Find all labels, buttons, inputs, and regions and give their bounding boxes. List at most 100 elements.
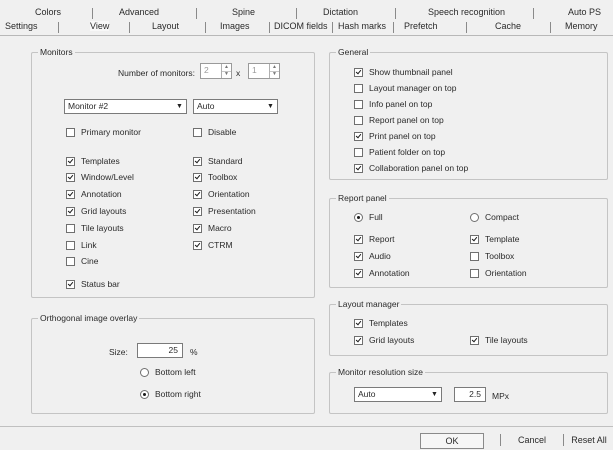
radio-circle[interactable] xyxy=(140,367,149,377)
checkbox-box[interactable] xyxy=(66,156,75,166)
checkbox-box[interactable] xyxy=(354,131,363,141)
tab-prefetch[interactable]: Prefetch xyxy=(404,21,438,31)
checkbox-box[interactable] xyxy=(66,189,75,199)
bottom-left-radio[interactable]: Bottom left xyxy=(140,367,196,377)
monitor-option-tile-layouts[interactable]: Tile layouts xyxy=(66,223,124,233)
checkbox-box[interactable] xyxy=(193,189,202,199)
checkbox-box[interactable] xyxy=(354,67,363,77)
checkbox-box[interactable] xyxy=(354,318,363,328)
checkbox-box[interactable] xyxy=(470,268,479,278)
checkbox-box[interactable] xyxy=(354,251,363,261)
tab-layout[interactable]: Layout xyxy=(152,21,179,31)
layout-manager-grid-checkbox[interactable]: Grid layouts xyxy=(354,335,414,345)
tab-dicom-fields[interactable]: DICOM fields xyxy=(274,21,328,31)
checkbox-box[interactable] xyxy=(354,163,363,173)
checkbox-box[interactable] xyxy=(354,234,363,244)
checkbox-box[interactable] xyxy=(66,256,75,266)
tab-auto-ps[interactable]: Auto PS xyxy=(568,7,601,17)
cancel-button[interactable]: Cancel xyxy=(502,433,562,447)
monitor-option-presentation[interactable]: Presentation xyxy=(193,206,256,216)
checkbox-box[interactable] xyxy=(66,206,75,216)
tab-memory[interactable]: Memory xyxy=(565,21,598,31)
tab-images[interactable]: Images xyxy=(220,21,250,31)
report-compact-radio[interactable]: Compact xyxy=(470,212,519,222)
general-option-print-panel-top[interactable]: Print panel on top xyxy=(354,131,436,141)
general-option-collaboration-panel-top[interactable]: Collaboration panel on top xyxy=(354,163,468,173)
monitor-option-ctrm[interactable]: CTRM xyxy=(193,240,233,250)
report-option-audio[interactable]: Audio xyxy=(354,251,391,261)
checkbox-box[interactable] xyxy=(470,335,479,345)
tab-spine[interactable]: Spine xyxy=(232,7,255,17)
chevron-down-icon[interactable]: ▼ xyxy=(265,101,276,112)
tab-hash-marks[interactable]: Hash marks xyxy=(338,21,386,31)
monitor-option-annotation[interactable]: Annotation xyxy=(66,189,122,199)
layout-manager-templates-checkbox[interactable]: Templates xyxy=(354,318,408,328)
checkbox-box[interactable] xyxy=(193,240,202,250)
checkbox-box[interactable] xyxy=(193,172,202,182)
layout-manager-tile-checkbox[interactable]: Tile layouts xyxy=(470,335,528,345)
radio-circle[interactable] xyxy=(354,212,363,222)
resolution-value-input[interactable]: 2.5 xyxy=(454,387,486,402)
checkbox-box[interactable] xyxy=(193,223,202,233)
checkbox-box[interactable] xyxy=(193,206,202,216)
tab-dictation[interactable]: Dictation xyxy=(323,7,358,17)
checkbox-box[interactable] xyxy=(354,115,363,125)
checkbox-box[interactable] xyxy=(66,172,75,182)
checkbox-box[interactable] xyxy=(354,335,363,345)
disable-checkbox[interactable]: Disable xyxy=(193,127,236,137)
monitor-option-standard[interactable]: Standard xyxy=(193,156,243,166)
monitor-option-orientation[interactable]: Orientation xyxy=(193,189,250,199)
tab-settings[interactable]: Settings xyxy=(5,21,38,31)
radio-circle[interactable] xyxy=(470,212,479,222)
report-option-report[interactable]: Report xyxy=(354,234,395,244)
monitor-columns-spinner[interactable]: 2 ▲ ▼ xyxy=(200,63,232,79)
checkbox-box[interactable] xyxy=(193,156,202,166)
report-option-template[interactable]: Template xyxy=(470,234,520,244)
tab-advanced[interactable]: Advanced xyxy=(119,7,159,17)
tab-speech-recognition[interactable]: Speech recognition xyxy=(428,7,505,17)
chevron-down-icon[interactable]: ▼ xyxy=(429,389,440,400)
checkbox-box[interactable] xyxy=(354,99,363,109)
monitor-option-grid-layouts[interactable]: Grid layouts xyxy=(66,206,126,216)
status-bar-checkbox[interactable]: Status bar xyxy=(66,279,120,289)
checkbox-box[interactable] xyxy=(354,147,363,157)
monitor-option-templates[interactable]: Templates xyxy=(66,156,120,166)
radio-circle[interactable] xyxy=(140,389,149,399)
report-option-annotation[interactable]: Annotation xyxy=(354,268,410,278)
bottom-right-radio[interactable]: Bottom right xyxy=(140,389,201,399)
overlay-size-input[interactable]: 25 xyxy=(137,343,183,358)
chevron-down-icon[interactable]: ▼ xyxy=(174,101,185,112)
tab-colors[interactable]: Colors xyxy=(35,7,61,17)
tab-view[interactable]: View xyxy=(90,21,110,31)
spin-down-icon[interactable]: ▼ xyxy=(222,71,231,78)
checkbox-box[interactable] xyxy=(470,234,479,244)
monitor-option-cine[interactable]: Cine xyxy=(66,256,98,266)
monitor-rows-spinner[interactable]: 1 ▲ ▼ xyxy=(248,63,280,79)
checkbox-box[interactable] xyxy=(354,83,363,93)
general-option-patient-folder-top[interactable]: Patient folder on top xyxy=(354,147,445,157)
reset-all-button[interactable]: Reset All xyxy=(566,433,612,447)
checkbox-box[interactable] xyxy=(193,127,202,137)
checkbox-box[interactable] xyxy=(354,268,363,278)
monitor-option-toolbox[interactable]: Toolbox xyxy=(193,172,237,182)
monitor-option-link[interactable]: Link xyxy=(66,240,97,250)
monitor-select[interactable]: Monitor #2 ▼ xyxy=(64,99,187,114)
checkbox-box[interactable] xyxy=(66,127,75,137)
spin-down-icon[interactable]: ▼ xyxy=(270,71,279,78)
monitor-option-window-level[interactable]: Window/Level xyxy=(66,172,134,182)
checkbox-box[interactable] xyxy=(66,279,75,289)
monitor-option-macro[interactable]: Macro xyxy=(193,223,232,233)
general-option-info-panel-top[interactable]: Info panel on top xyxy=(354,99,432,109)
resolution-select[interactable]: Auto ▼ xyxy=(354,387,442,402)
checkbox-box[interactable] xyxy=(470,251,479,261)
ok-button[interactable]: OK xyxy=(420,433,484,449)
report-full-radio[interactable]: Full xyxy=(354,212,383,222)
report-option-toolbox[interactable]: Toolbox xyxy=(470,251,514,261)
primary-monitor-checkbox[interactable]: Primary monitor xyxy=(66,127,141,137)
general-option-show-thumbnail[interactable]: Show thumbnail panel xyxy=(354,67,453,77)
general-option-layout-manager-top[interactable]: Layout manager on top xyxy=(354,83,456,93)
report-option-orientation[interactable]: Orientation xyxy=(470,268,527,278)
tab-cache[interactable]: Cache xyxy=(495,21,521,31)
checkbox-box[interactable] xyxy=(66,240,75,250)
general-option-report-panel-top[interactable]: Report panel on top xyxy=(354,115,444,125)
